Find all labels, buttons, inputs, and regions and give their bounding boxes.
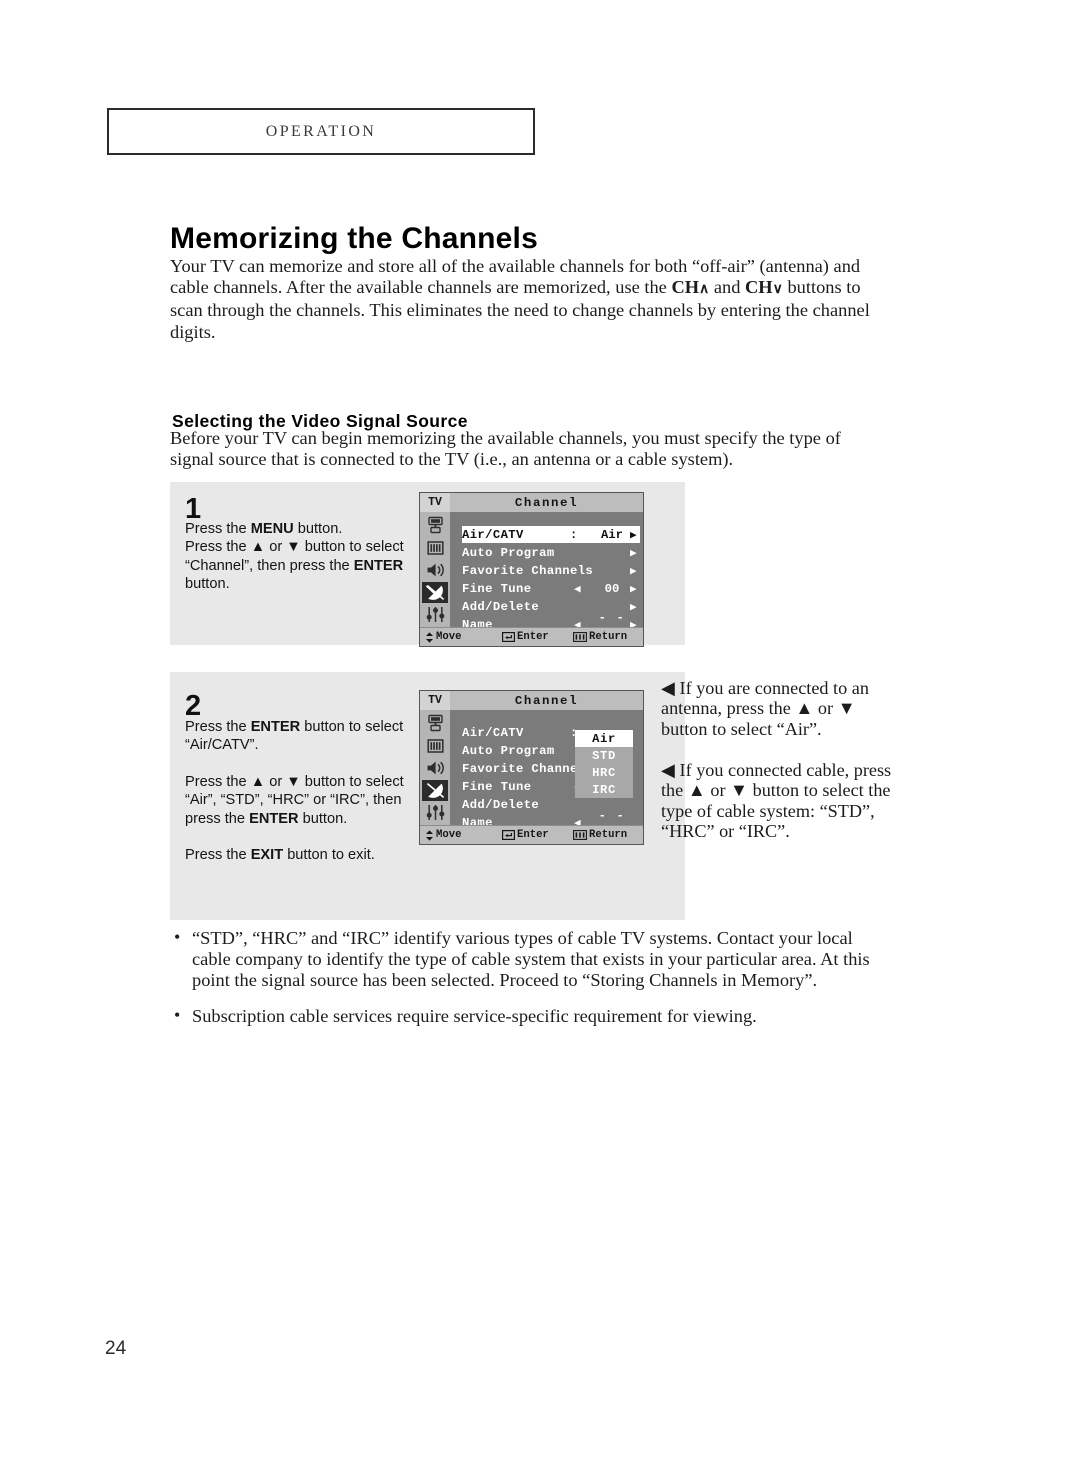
air-catv-dropdown-list[interactable]: Air STD HRC IRC (575, 730, 633, 798)
up-down-arrows-icon (426, 631, 433, 643)
ch-up-key: CH∧ (671, 277, 710, 298)
ch-up-arrow-icon: ∧ (699, 282, 710, 298)
step-1-line-4: button. (185, 576, 230, 593)
enter-key-label: ENTER (249, 810, 299, 827)
intro-line-2b: buttons (782, 277, 842, 298)
left-arrow-icon: ◀ (661, 678, 675, 698)
chapter-header-label: OPERATION (265, 122, 377, 140)
osd-icon-rail (420, 512, 450, 628)
osd-menu-title: Channel (514, 693, 579, 708)
osd-footer-enter: Enter (502, 631, 549, 643)
dropdown-option-air[interactable]: Air (575, 730, 633, 747)
bullet-dot-icon: • (174, 927, 181, 947)
input-source-icon[interactable] (422, 515, 448, 536)
input-source-icon[interactable] (422, 713, 448, 734)
step-2-line-3: Press the ▲ or ▼ button to select (185, 773, 404, 790)
dropdown-option-std[interactable]: STD (575, 747, 633, 764)
step-2-line-2: “Air/CATV”. (185, 737, 259, 754)
down-arrow-icon: ▼ (286, 773, 301, 790)
down-arrow-icon: ▼ (837, 698, 856, 719)
intro-paragraph: Your TV can memorize and store all of th… (170, 256, 892, 343)
left-arrow-icon: ◀ (661, 760, 675, 780)
step-1-line-1: Press the MENU button. (185, 521, 343, 537)
osd-row-auto-program[interactable]: Auto Program ▶ (462, 544, 640, 561)
section-paragraph: Before your TV can begin memorizing the … (170, 428, 841, 470)
picture-icon[interactable] (422, 537, 448, 558)
osd-row-favorite-channels[interactable]: Favorite Channels ▶ (462, 562, 640, 579)
ch-down-arrow-icon: ∨ (772, 282, 783, 298)
osd-footer-bar: Move Enter Return (420, 825, 643, 844)
osd-footer-enter: Enter (502, 829, 549, 841)
right-arrow-icon: ▶ (630, 565, 637, 578)
setup-sliders-icon[interactable] (422, 604, 448, 625)
osd-footer-bar: Move Enter Return (420, 627, 643, 646)
menu-bars-icon (573, 632, 587, 642)
intro-line-2a: cable channels. After the available chan… (170, 277, 672, 298)
step-1-line-2: Press the ▲ or ▼ button to select (185, 539, 404, 556)
up-arrow-icon: ▲ (250, 539, 266, 556)
osd-footer-move: Move (425, 631, 461, 643)
picture-icon[interactable] (422, 735, 448, 756)
osd-row-air-catv[interactable]: Air/CATV : Air ▶ (462, 526, 640, 543)
page-number: 24 (105, 1338, 127, 1359)
sound-icon[interactable] (422, 559, 448, 580)
intro-and: and (709, 277, 746, 298)
callout-antenna: ◀ If you are connected to an antenna, pr… (661, 678, 869, 739)
osd-row-fine-tune[interactable]: Fine Tune ◀ 00 ▶ (462, 580, 640, 597)
intro-line-1: Your TV can memorize and store all of th… (170, 256, 861, 276)
up-arrow-icon: ▲ (795, 698, 814, 719)
bullet-item: • “STD”, “HRC” and “IRC” identify variou… (170, 927, 892, 992)
osd-icon-rail (420, 710, 450, 826)
osd-tv-badge: TV (420, 691, 450, 710)
dropdown-option-irc[interactable]: IRC (575, 781, 633, 798)
right-arrow-icon: ▶ (630, 547, 637, 560)
bullet-text: Subscription cable services require serv… (192, 1005, 757, 1026)
step-1-instructions: Press the MENU button. Press the ▲ or ▼ … (185, 520, 410, 594)
bullet-text: “STD”, “HRC” and “IRC” identify various … (192, 928, 870, 991)
down-arrow-icon: ▼ (730, 780, 749, 801)
osd-footer-return: Return (573, 631, 627, 643)
osd-footer-return: Return (573, 829, 627, 841)
osd-menu-list: Air/CATV : Auto Program Favorite Channe … (450, 710, 643, 837)
right-arrow-icon: ▶ (630, 583, 637, 596)
step-2-line-5: press the ENTER button. (185, 810, 348, 827)
sound-icon[interactable] (422, 757, 448, 778)
up-arrow-icon: ▲ (687, 780, 706, 801)
step-2-line-4: “Air”, “STD”, “HRC” or “IRC”, then (185, 792, 402, 809)
channel-dish-icon[interactable] (422, 779, 448, 801)
enter-key-icon (502, 632, 515, 642)
osd-panel-step-2: TV Channel Air/CATV : Auto Program Favor… (419, 690, 644, 845)
up-down-arrows-icon (426, 829, 433, 841)
menu-key-label: MENU (250, 521, 294, 537)
osd-tv-badge: TV (420, 493, 450, 512)
osd-panel-step-1: TV Channel Air/CATV : Air ▶ Auto Program… (419, 492, 644, 647)
enter-key-label: ENTER (250, 719, 301, 735)
step-2-line-6: Press the EXIT button to exit. (185, 847, 375, 864)
step-2-line-1: Press the ENTER button to select (185, 719, 404, 735)
enter-key-icon (502, 830, 515, 840)
enter-key-label: ENTER (353, 557, 404, 574)
callout-cable: ◀ If you connected cable, press the ▲ or… (661, 760, 892, 842)
page-title: Memorizing the Channels (170, 222, 538, 256)
bullet-dot-icon: • (174, 1004, 181, 1025)
left-arrow-icon: ◀ (574, 583, 581, 596)
step-2-instructions: Press the ENTER button to select “Air/CA… (185, 718, 415, 864)
dropdown-option-hrc[interactable]: HRC (575, 764, 633, 781)
bullet-item: • Subscription cable services require se… (170, 1004, 892, 1027)
osd-menu-title: Channel (514, 495, 579, 510)
notes-bullet-list: • “STD”, “HRC” and “IRC” identify variou… (170, 927, 892, 1041)
osd-footer-move: Move (425, 829, 461, 841)
chapter-header-box: OPERATION (107, 108, 535, 155)
step-1-line-3: “Channel”, then press the ENTER (185, 557, 404, 574)
exit-key-label: EXIT (250, 847, 284, 864)
up-arrow-icon: ▲ (250, 773, 266, 790)
down-arrow-icon: ▼ (286, 539, 301, 556)
setup-sliders-icon[interactable] (422, 802, 448, 823)
ch-down-key: CH∨ (745, 277, 783, 298)
osd-menu-list: Air/CATV : Air ▶ Auto Program ▶ Favorite… (450, 512, 643, 639)
channel-dish-icon[interactable] (422, 581, 448, 603)
right-arrow-icon: ▶ (630, 529, 637, 542)
menu-bars-icon (573, 830, 587, 840)
